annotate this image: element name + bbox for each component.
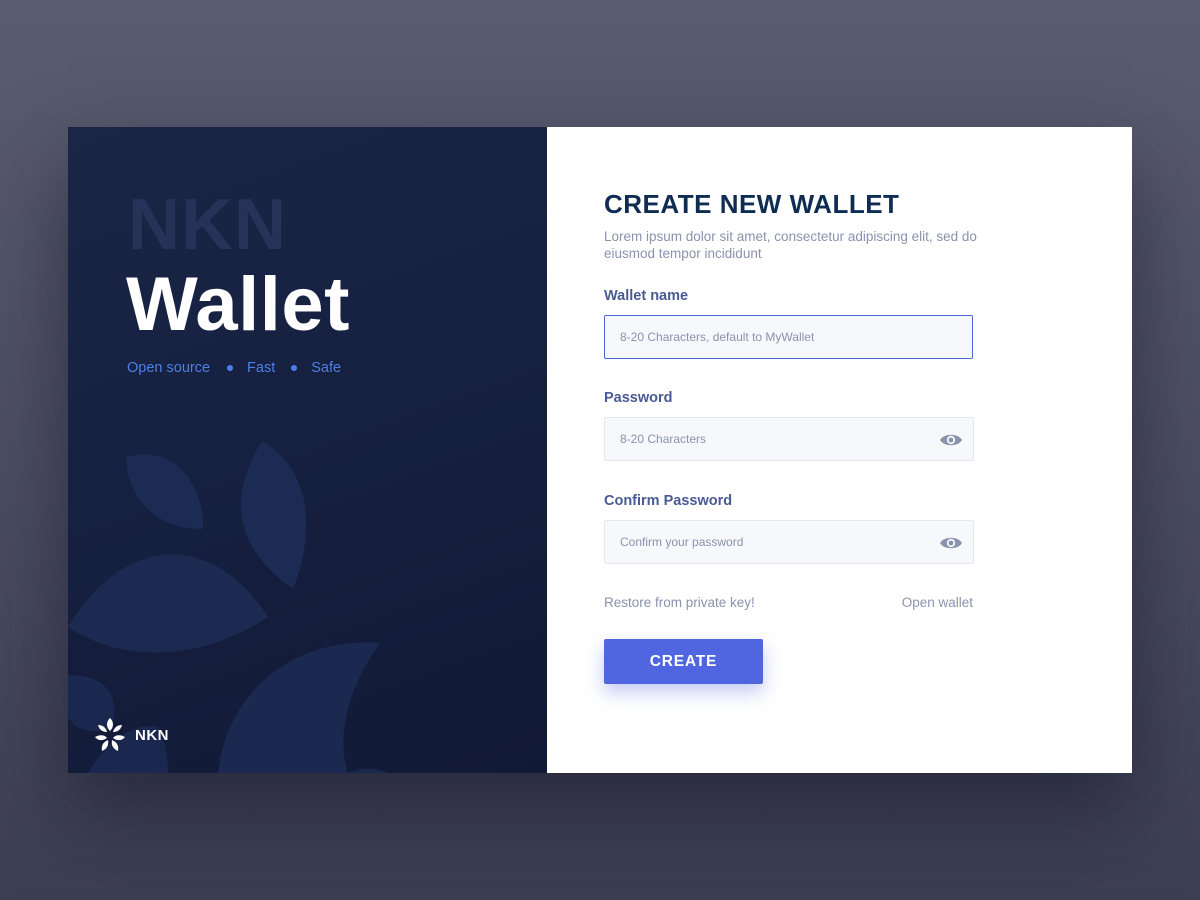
tag-open-source: Open source xyxy=(127,360,211,376)
nkn-leaf-logo-icon xyxy=(95,718,125,751)
form-title: CREATE NEW WALLET xyxy=(604,189,900,219)
brand-subtitle: NKN xyxy=(128,185,287,265)
restore-private-key-link[interactable]: Restore from private key! xyxy=(604,595,755,610)
form-links: Restore from private key! Open wallet xyxy=(604,595,973,610)
tag-fast: Fast xyxy=(247,360,276,376)
wallet-name-input[interactable] xyxy=(605,316,972,358)
tag-separator xyxy=(227,365,234,371)
wallet-name-label: Wallet name xyxy=(604,288,689,304)
confirm-password-field-wrapper xyxy=(604,520,974,564)
password-label: Password xyxy=(604,390,673,406)
password-field-wrapper xyxy=(604,417,974,461)
password-input[interactable] xyxy=(605,418,973,460)
tag-safe: Safe xyxy=(311,360,342,376)
logo: NKN xyxy=(94,717,169,753)
confirm-password-label: Confirm Password xyxy=(604,493,733,509)
wallet-card: NKN Wallet Open source Fast Safe NKN CRE… xyxy=(68,127,1132,773)
create-button[interactable]: CREATE xyxy=(604,639,763,684)
logo-text: NKN xyxy=(135,726,169,744)
wallet-name-field-wrapper xyxy=(604,315,973,359)
eye-icon[interactable] xyxy=(939,429,963,451)
tag-separator xyxy=(291,365,298,371)
confirm-password-input[interactable] xyxy=(605,521,973,563)
brand-panel: NKN Wallet Open source Fast Safe NKN xyxy=(68,127,547,773)
tagline: Open source Fast Safe xyxy=(127,360,341,376)
create-wallet-form: CREATE NEW WALLET Lorem ipsum dolor sit … xyxy=(547,127,1132,773)
open-wallet-link[interactable]: Open wallet xyxy=(902,595,973,610)
form-description: Lorem ipsum dolor sit amet, consectetur … xyxy=(604,229,977,261)
eye-icon[interactable] xyxy=(939,532,963,554)
brand-title: Wallet xyxy=(126,262,350,347)
